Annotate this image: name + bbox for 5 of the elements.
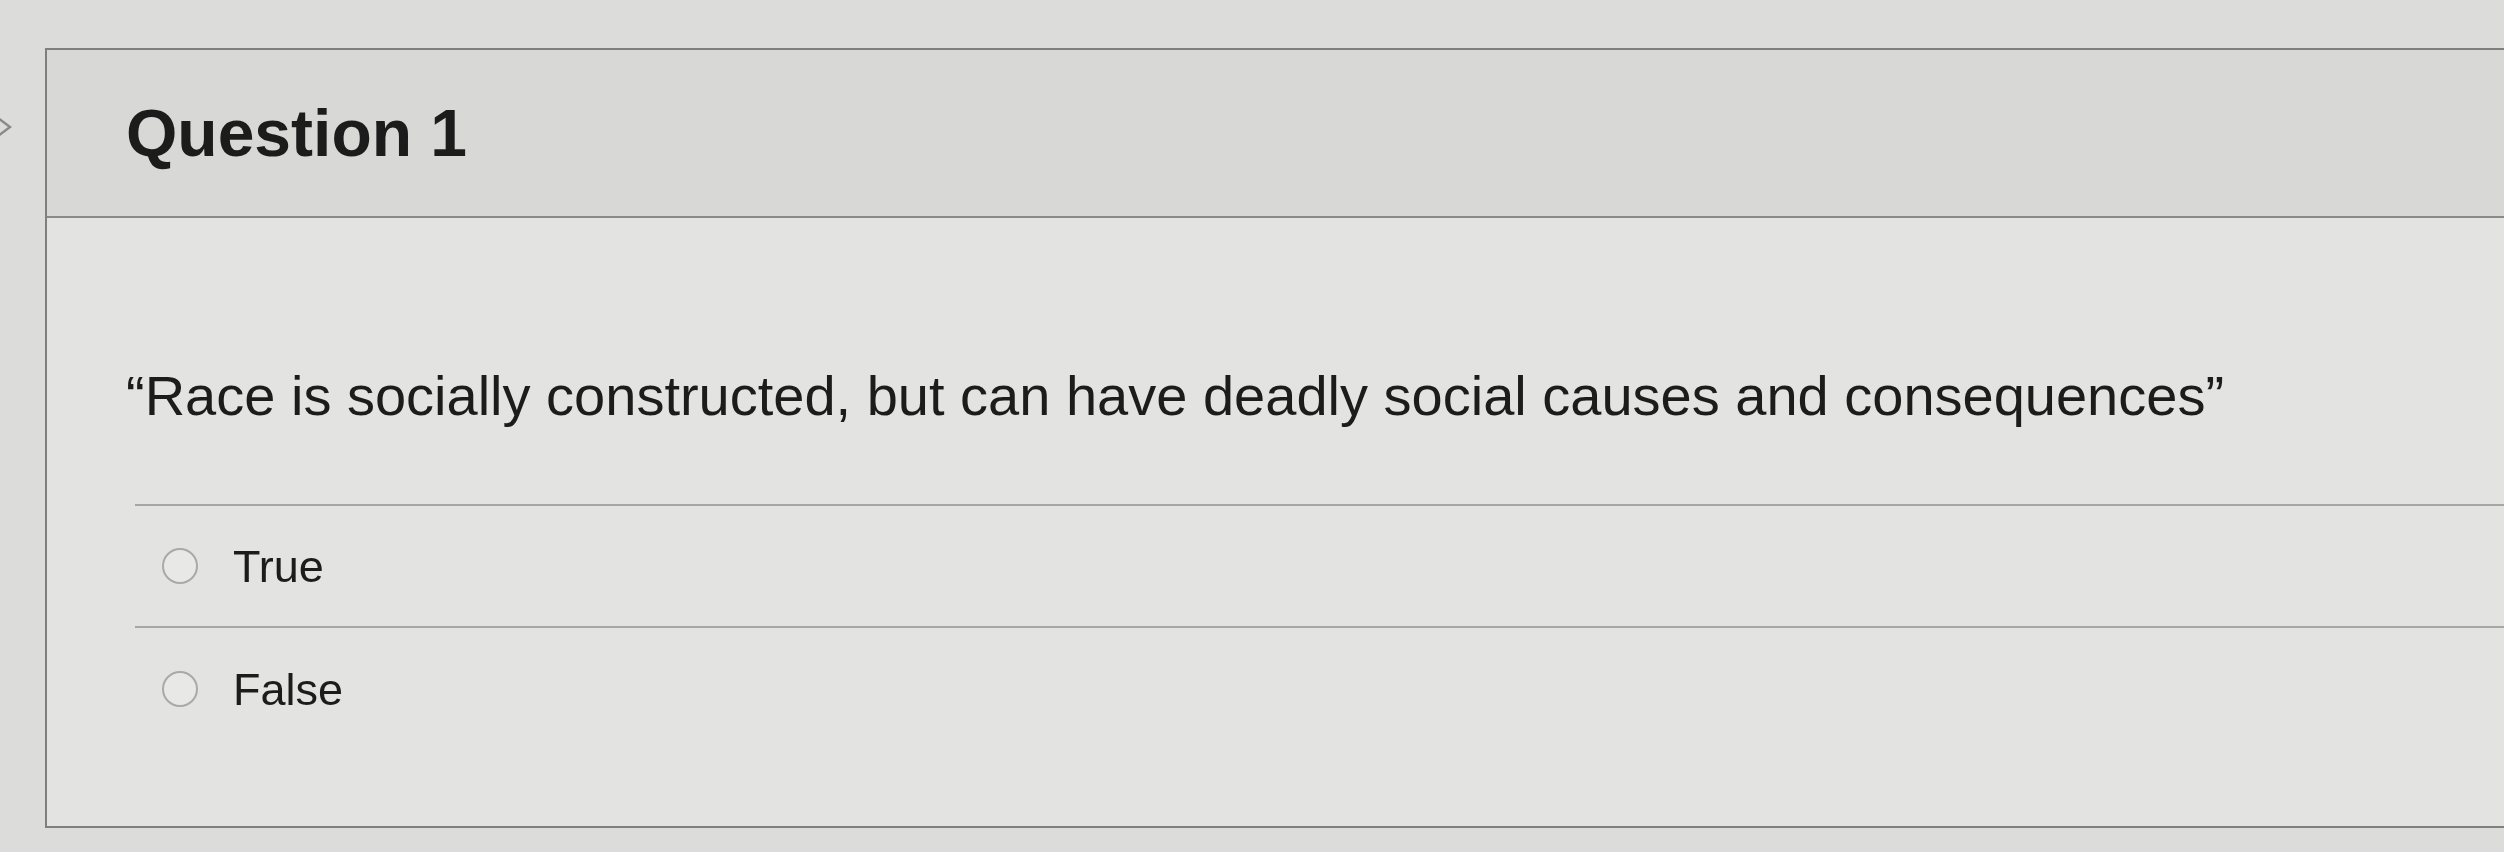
option-label: False: [233, 666, 344, 712]
radio-button[interactable]: [162, 671, 198, 708]
option-label: True: [233, 543, 324, 589]
radio-button[interactable]: [162, 548, 198, 585]
question-text: “Race is socially constructed, but can have deadly social causes and consequences”: [126, 364, 2225, 427]
